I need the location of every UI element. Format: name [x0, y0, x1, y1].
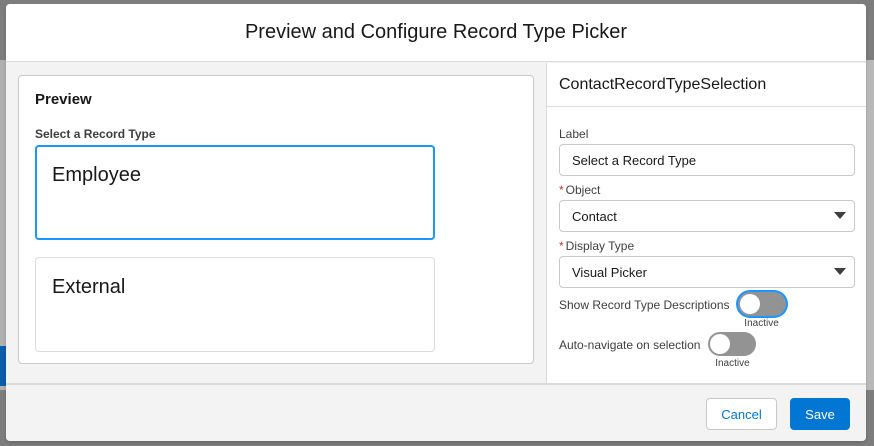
label-field-label: Label [559, 127, 589, 141]
chevron-down-icon [834, 268, 846, 275]
object-select-value: Contact [572, 208, 617, 224]
modal-header: Preview and Configure Record Type Picker [6, 4, 866, 62]
display-type-label-text: Display Type [565, 239, 635, 253]
chevron-down-icon [834, 212, 846, 219]
display-type-field-label: * Display Type [559, 239, 634, 253]
display-type-select[interactable]: Visual Picker [559, 256, 855, 288]
record-type-card-employee[interactable]: Employee [35, 145, 435, 240]
auto-navigate-toggle-wrap: Inactive [708, 332, 757, 369]
save-button[interactable]: Save [790, 398, 850, 430]
display-type-select-value: Visual Picker [572, 264, 647, 280]
toggle-state-label: Inactive [744, 318, 779, 329]
preview-title: Preview [35, 91, 92, 108]
toggle-state-label: Inactive [715, 358, 750, 369]
required-marker: * [559, 239, 564, 253]
object-select[interactable]: Contact [559, 200, 855, 232]
toggle-knob [739, 294, 760, 314]
object-field-label: * Object [559, 183, 600, 197]
show-descriptions-toggle[interactable] [737, 292, 786, 316]
preview-sublabel: Select a Record Type [35, 127, 156, 141]
record-type-label: External [52, 276, 126, 298]
object-label-text: Object [565, 183, 601, 197]
modal-body: Preview Select a Record Type Employee Ex… [6, 63, 866, 384]
auto-navigate-row: Auto-navigate on selection Inactive [559, 332, 757, 369]
cancel-button[interactable]: Cancel [706, 398, 777, 430]
show-descriptions-row: Show Record Type Descriptions Inactive [559, 292, 786, 329]
record-type-label: Employee [52, 164, 141, 186]
show-descriptions-toggle-wrap: Inactive [737, 292, 786, 329]
show-descriptions-label: Show Record Type Descriptions [559, 298, 730, 312]
modal-footer: Cancel Save [6, 383, 866, 441]
auto-navigate-label: Auto-navigate on selection [559, 338, 701, 352]
record-type-card-external[interactable]: External [35, 257, 435, 352]
label-input[interactable]: Select a Record Type [559, 144, 855, 176]
record-type-picker-modal: Preview and Configure Record Type Picker… [6, 4, 866, 441]
preview-panel: Preview Select a Record Type Employee Ex… [18, 75, 534, 364]
config-panel: ContactRecordTypeSelection Label Select … [546, 63, 866, 384]
label-input-value: Select a Record Type [572, 152, 697, 168]
required-marker: * [559, 183, 564, 197]
modal-title: Preview and Configure Record Type Picker [244, 21, 628, 43]
toggle-knob [710, 334, 731, 354]
component-name: ContactRecordTypeSelection [547, 63, 866, 107]
auto-navigate-toggle[interactable] [708, 332, 757, 356]
